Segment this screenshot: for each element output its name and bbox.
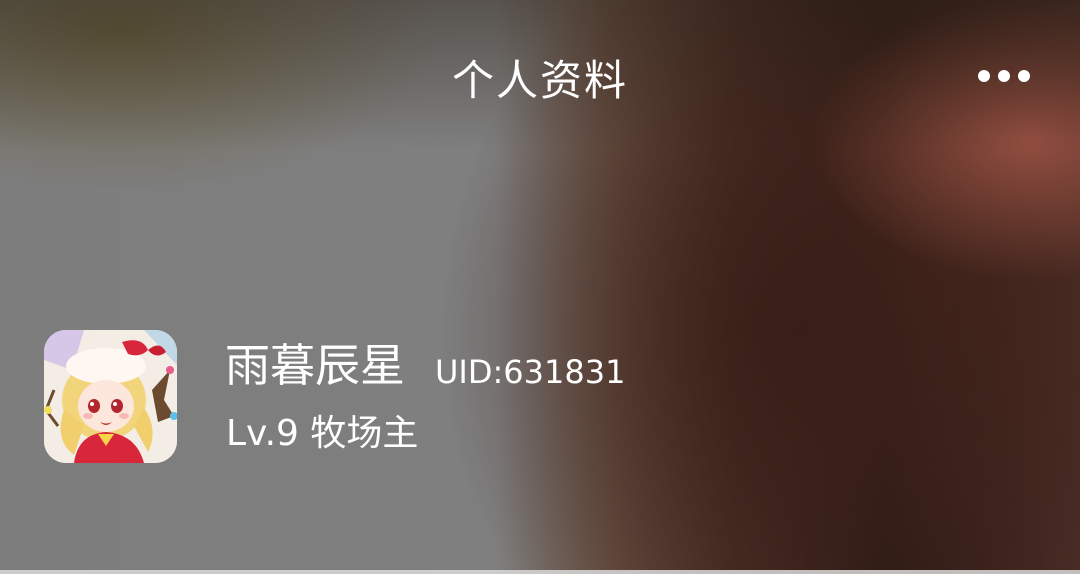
user-uid: UID:631831 [435, 353, 626, 391]
bottom-divider [0, 570, 1080, 574]
user-level: Lv.9 牧场主 [226, 413, 419, 454]
more-horizontal-icon [978, 70, 990, 82]
more-options-button[interactable] [978, 62, 1030, 90]
more-dot [998, 70, 1010, 82]
page-title: 个人资料 [451, 56, 628, 105]
avatar-image [44, 330, 177, 463]
avatar[interactable] [44, 330, 177, 463]
username: 雨暮辰星 [225, 339, 406, 392]
more-dot [1018, 70, 1030, 82]
